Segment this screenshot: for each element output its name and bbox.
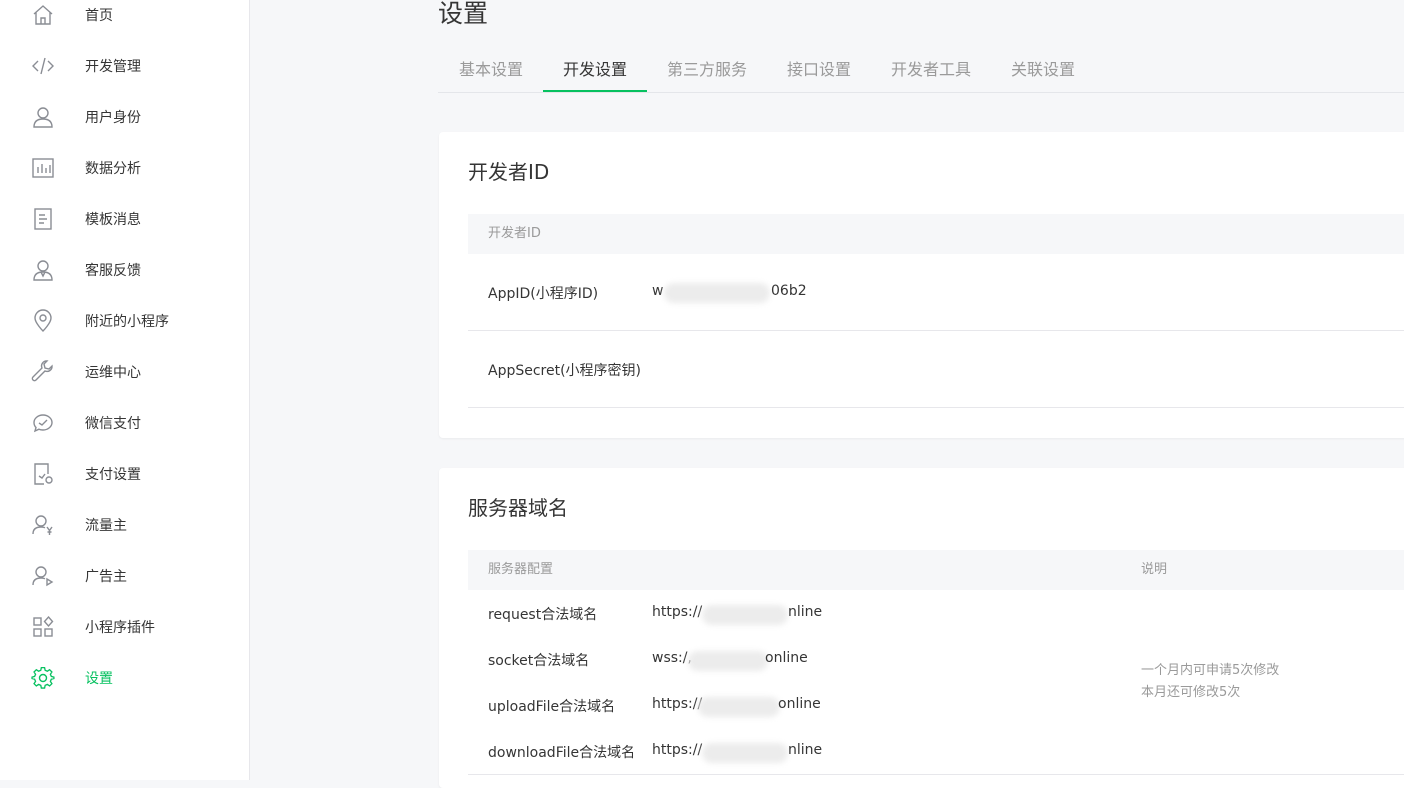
sidebar-item-plugins[interactable]: 小程序插件 [0, 601, 249, 652]
tab-developer-tools[interactable]: 开发者工具 [890, 48, 972, 91]
sidebar-item-user-identity[interactable]: 用户身份 [0, 91, 249, 142]
location-pin-icon [30, 308, 56, 334]
socket-domain-redaction [688, 651, 768, 671]
download-domain-redaction [702, 743, 788, 763]
upload-domain-redaction [698, 697, 780, 717]
download-domain-value: https:// nline [652, 742, 832, 763]
appid-value: w 06b2 [652, 283, 812, 303]
developer-id-table-header: 开发者ID [468, 214, 1404, 254]
sidebar-item-label: 微信支付 [85, 415, 141, 432]
wrench-icon [30, 359, 56, 385]
row-divider [468, 774, 1404, 775]
sidebar-item-label: 设置 [85, 670, 113, 687]
bar-chart-icon [30, 155, 56, 181]
server-domain-title: 服务器域名 [468, 496, 568, 520]
modify-limit-line1: 一个月内可申请5次修改 [1141, 663, 1280, 678]
tab-dev-settings[interactable]: 开发设置 [543, 48, 647, 92]
sidebar-item-label: 用户身份 [85, 109, 141, 126]
modify-limit-line2: 本月还可修改5次 [1141, 685, 1241, 700]
sidebar-item-nearby-mini-programs[interactable]: 附近的小程序 [0, 295, 249, 346]
appid-value-prefix: w [652, 283, 664, 299]
sidebar-item-label: 模板消息 [85, 211, 141, 228]
sidebar-item-payment-settings[interactable]: 支付设置 [0, 448, 249, 499]
sidebar-item-settings[interactable]: 设置 [0, 652, 249, 703]
appid-redaction [664, 283, 770, 303]
sidebar-item-template-messages[interactable]: 模板消息 [0, 193, 249, 244]
code-icon [30, 53, 56, 79]
document-icon [30, 206, 56, 232]
home-icon [30, 2, 56, 28]
gear-icon [30, 665, 56, 691]
tab-linked-settings[interactable]: 关联设置 [1010, 48, 1076, 91]
download-domain-prefix: https:// [652, 742, 703, 758]
developer-id-title: 开发者ID [468, 160, 550, 184]
server-config-header: 服务器配置 [488, 562, 554, 577]
user-icon [30, 104, 56, 130]
upload-domain-label: uploadFile合法域名 [488, 699, 616, 715]
row-divider [468, 407, 1404, 408]
user-yen-icon [30, 512, 56, 538]
request-domain-suffix: nline [788, 604, 823, 620]
sidebar-item-dev-management[interactable]: 开发管理 [0, 40, 249, 91]
sidebar-item-label: 广告主 [85, 568, 127, 585]
sidebar-item-wechat-pay[interactable]: 微信支付 [0, 397, 249, 448]
sidebar-item-ops-center[interactable]: 运维中心 [0, 346, 249, 397]
sidebar-item-label: 附近的小程序 [85, 313, 169, 330]
socket-domain-label: socket合法域名 [488, 653, 590, 669]
payment-settings-icon [30, 461, 56, 487]
sidebar-item-data-analysis[interactable]: 数据分析 [0, 142, 249, 193]
sidebar-item-advertiser[interactable]: 广告主 [0, 550, 249, 601]
plugin-grid-icon [30, 614, 56, 640]
request-domain-label: request合法域名 [488, 607, 598, 623]
developer-id-header-label: 开发者ID [488, 226, 541, 241]
server-note-header: 说明 [1141, 562, 1168, 577]
tab-bar: 基本设置 开发设置 第三方服务 接口设置 开发者工具 关联设置 [438, 48, 1404, 93]
sidebar-item-label: 客服反馈 [85, 262, 141, 279]
user-ad-icon [30, 563, 56, 589]
tab-basic-settings[interactable]: 基本设置 [458, 48, 524, 91]
upload-domain-value: https:// online [652, 696, 832, 717]
appsecret-label: AppSecret(小程序密钥) [488, 363, 642, 379]
row-divider [468, 330, 1404, 331]
tab-third-party-services[interactable]: 第三方服务 [666, 48, 748, 91]
sidebar-item-label: 流量主 [85, 517, 127, 534]
appid-value-suffix: 06b2 [771, 283, 807, 299]
sidebar-item-label: 运维中心 [85, 364, 141, 381]
request-domain-prefix: https:// [652, 604, 703, 620]
sidebar-item-traffic-owner[interactable]: 流量主 [0, 499, 249, 550]
request-domain-value: https:// nline [652, 604, 832, 625]
sidebar-item-label: 支付设置 [85, 466, 141, 483]
appid-label: AppID(小程序ID) [488, 286, 599, 302]
upload-domain-suffix: online [778, 696, 821, 712]
support-user-icon [30, 257, 56, 283]
sidebar-item-label: 数据分析 [85, 160, 141, 177]
sidebar-item-label: 首页 [85, 7, 113, 24]
developer-id-card: 开发者ID 开发者ID AppID(小程序ID) w 06b2 AppSecre… [439, 132, 1404, 438]
upload-domain-prefix: https:// [652, 696, 703, 712]
sidebar-item-customer-feedback[interactable]: 客服反馈 [0, 244, 249, 295]
server-domain-card: 服务器域名 服务器配置 说明 request合法域名 https:// nlin… [439, 468, 1404, 788]
server-domain-table-header: 服务器配置 说明 [468, 550, 1404, 590]
sidebar: 首页 开发管理 用户身份 数据分析 模板消息 客服反馈 附近的小程序 运维中心 … [0, 0, 250, 780]
page-title: 设置 [438, 0, 489, 28]
tab-api-settings[interactable]: 接口设置 [786, 48, 852, 91]
request-domain-redaction [702, 605, 788, 625]
download-domain-label: downloadFile合法域名 [488, 745, 636, 761]
sidebar-item-label: 开发管理 [85, 58, 141, 75]
socket-domain-suffix: online [765, 650, 808, 666]
socket-domain-prefix: wss:/, [652, 650, 692, 666]
sidebar-item-home[interactable]: 首页 [0, 0, 249, 40]
socket-domain-value: wss:/, online [652, 650, 832, 671]
wechat-pay-icon [30, 410, 56, 436]
download-domain-suffix: nline [788, 742, 823, 758]
modify-limit-note: 一个月内可申请5次修改 本月还可修改5次 [1141, 660, 1279, 704]
sidebar-item-label: 小程序插件 [85, 619, 155, 636]
